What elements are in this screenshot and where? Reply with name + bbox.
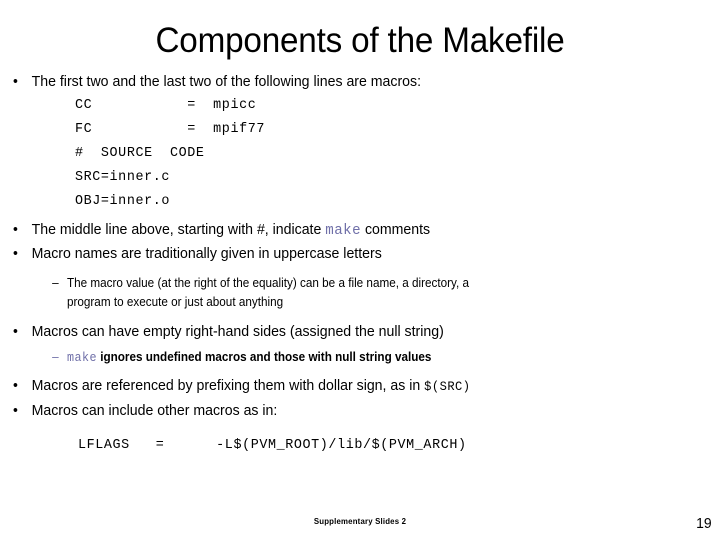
subbullet-make-ignores: – make ignores undefined macros and thos… — [0, 348, 670, 368]
bullet-empty-rhs-text: Macros can have empty right-hand sides (… — [31, 323, 444, 340]
subbullet-marker-icon: – — [52, 350, 59, 364]
code-line-comment: # SOURCE CODE — [75, 146, 205, 161]
slide-footer: Supplementary Slides 2 — [313, 516, 407, 526]
subbullet-macro-value: – The macro value (at the right of the e… — [0, 274, 718, 312]
keyword-make: make — [66, 351, 97, 365]
subbullet-macro-value-line2: program to execute or just about anythin… — [66, 295, 284, 309]
bullet-include-other-text: Macros can include other macros as in: — [31, 402, 278, 419]
subbullet-marker-icon: – — [52, 276, 59, 290]
subbullet-make-ignores-text: ignores undefined macros and those with … — [96, 350, 432, 364]
code-line-cc: CC = mpicc — [75, 98, 257, 113]
bullet-marker-icon: • — [13, 402, 18, 419]
bullet-middle-suffix: comments — [361, 221, 431, 238]
bullet-dollar-reference: • Macros are referenced by prefixing the… — [0, 374, 670, 399]
bullet-intro-text: The first two and the last two of the fo… — [31, 73, 422, 90]
subbullet-macro-value-line1: The macro value (at the right of the equ… — [66, 276, 470, 290]
page-title: Components of the Makefile — [155, 21, 565, 60]
bullet-marker-icon: • — [13, 73, 18, 90]
slide-canvas: Components of the Makefile • The first t… — [0, 0, 720, 540]
bullet-include-other: • Macros can include other macros as in: — [0, 399, 670, 423]
slide-body: • The first two and the last two of the … — [0, 70, 720, 461]
bullet-macro-names-text: Macro names are traditionally given in u… — [31, 245, 382, 262]
bullet-middle-prefix: The middle line above, starting with #, … — [31, 221, 326, 238]
bullet-marker-icon: • — [13, 377, 18, 394]
code-line-src: SRC=inner.c — [75, 170, 170, 185]
bullet-marker-icon: • — [13, 245, 18, 262]
bullet-marker-icon: • — [13, 221, 18, 238]
code-line-lflags: LFLAGS = -L$(PVM_ROOT)/lib/$(PVM_ARCH) — [78, 438, 467, 453]
keyword-make: make — [325, 221, 362, 239]
bullet-empty-rhs: • Macros can have empty right-hand sides… — [0, 320, 670, 344]
inline-code-src-ref: $(SRC) — [424, 379, 471, 394]
bullet-marker-icon: • — [13, 323, 18, 340]
bullet-intro: • The first two and the last two of the … — [0, 70, 670, 94]
code-line-fc: FC = mpif77 — [75, 122, 265, 137]
bullet-dollar-prefix: Macros are referenced by prefixing them … — [31, 377, 425, 394]
bullet-middle-line: • The middle line above, starting with #… — [0, 218, 670, 242]
page-number: 19 — [696, 515, 712, 532]
bullet-macro-names: • Macro names are traditionally given in… — [0, 242, 670, 266]
code-line-obj: OBJ=inner.o — [75, 194, 170, 209]
